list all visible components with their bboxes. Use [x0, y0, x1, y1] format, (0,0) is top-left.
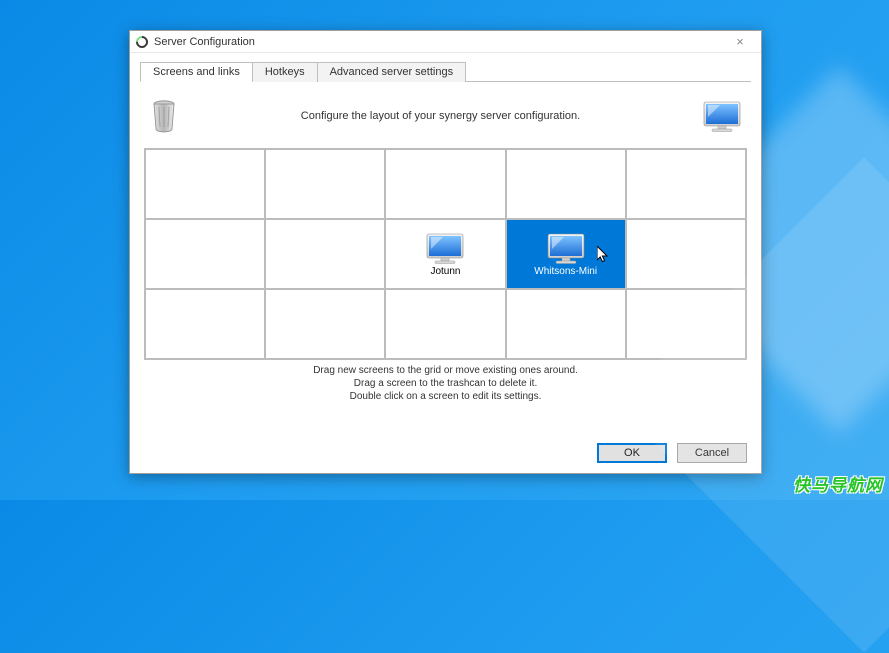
tab-label: Screens and links [153, 66, 240, 78]
grid-cell[interactable] [385, 289, 505, 359]
grid-cell[interactable] [265, 219, 385, 289]
app-icon [134, 33, 151, 50]
grid-cell[interactable] [265, 289, 385, 359]
grid-cell[interactable] [145, 289, 265, 359]
close-icon[interactable]: × [725, 31, 755, 53]
instruction-top: Configure the layout of your synergy ser… [184, 110, 697, 122]
screen-grid[interactable]: Jotunn Whitsons-Mini [144, 148, 747, 360]
screen-label: Whitsons-Mini [534, 266, 597, 277]
screen-label: Jotunn [430, 266, 460, 277]
tab-hotkeys[interactable]: Hotkeys [252, 62, 318, 82]
instruction-line: Drag a screen to the trashcan to delete … [144, 377, 747, 390]
config-header-row: Configure the layout of your synergy ser… [144, 88, 747, 144]
monitor-icon [546, 232, 586, 264]
trashcan-icon [150, 99, 178, 133]
grid-cell[interactable] [145, 149, 265, 219]
tab-label: Hotkeys [265, 66, 305, 78]
button-label: OK [624, 447, 640, 459]
tab-label: Advanced server settings [330, 66, 454, 78]
trashcan-dropzone[interactable] [144, 99, 184, 133]
grid-cell-screen[interactable]: Jotunn [385, 219, 505, 289]
instruction-line: Drag new screens to the grid or move exi… [144, 364, 747, 377]
watermark: 快马导航网 [793, 471, 883, 496]
grid-cell[interactable] [626, 289, 746, 359]
grid-cell-screen-selected[interactable]: Whitsons-Mini [506, 219, 626, 289]
tab-content-screens: Configure the layout of your synergy ser… [130, 82, 761, 433]
new-screen-source[interactable] [697, 100, 747, 132]
instruction-line: Double click on a screen to edit its set… [144, 390, 747, 403]
grid-cell[interactable] [506, 149, 626, 219]
tab-area: Screens and links Hotkeys Advanced serve… [130, 53, 761, 82]
grid-cell[interactable] [506, 289, 626, 359]
titlebar[interactable]: Server Configuration × [130, 31, 761, 53]
monitor-icon [425, 232, 465, 264]
cancel-button[interactable]: Cancel [677, 443, 747, 463]
grid-cell[interactable] [626, 219, 746, 289]
window-title: Server Configuration [154, 36, 255, 48]
instruction-bottom: Drag new screens to the grid or move exi… [144, 364, 747, 403]
monitor-icon [702, 100, 742, 132]
ok-button[interactable]: OK [597, 443, 667, 463]
tab-advanced-server-settings[interactable]: Advanced server settings [317, 62, 467, 82]
dialog-button-bar: OK Cancel [130, 433, 761, 473]
grid-cell[interactable] [265, 149, 385, 219]
grid-cell[interactable] [385, 149, 505, 219]
tab-screens-and-links[interactable]: Screens and links [140, 62, 253, 82]
server-config-window: Server Configuration × Screens and links… [129, 30, 762, 474]
tab-strip: Screens and links Hotkeys Advanced serve… [140, 61, 751, 82]
grid-cell[interactable] [626, 149, 746, 219]
button-label: Cancel [695, 447, 729, 459]
grid-cell[interactable] [145, 219, 265, 289]
